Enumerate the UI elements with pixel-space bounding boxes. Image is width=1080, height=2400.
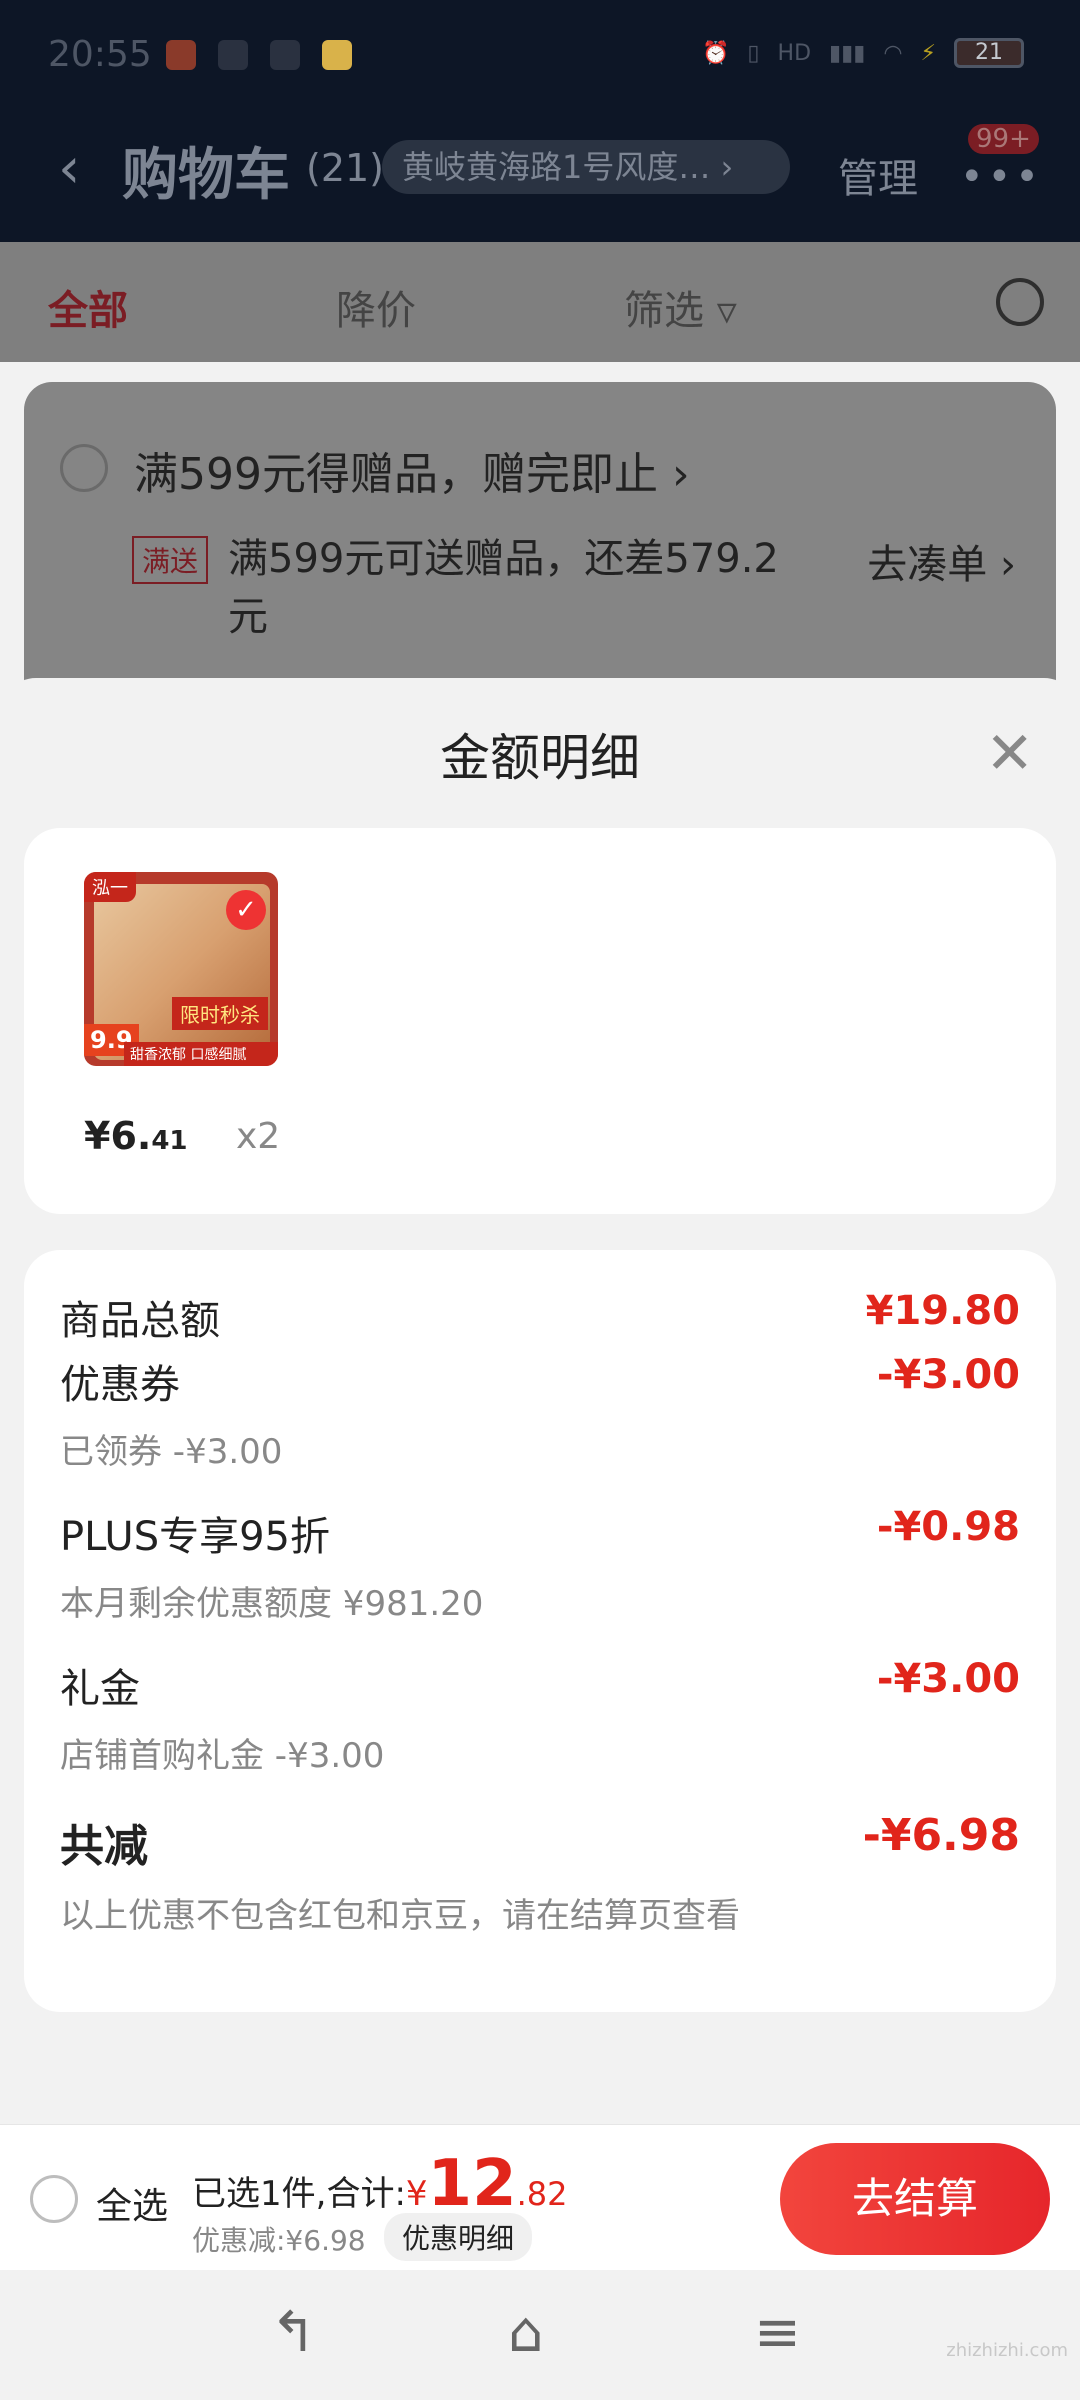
status-app-icons bbox=[166, 40, 352, 70]
gather-order-link[interactable]: 去凑单 › bbox=[867, 532, 1016, 590]
summary-total-dec: .82 bbox=[516, 2175, 568, 2213]
product-card: 泓一 ✓ 限时秒杀 9.9 甜香浓郁 口感细腻 ¥6.41 x2 bbox=[24, 828, 1056, 1214]
close-icon[interactable]: ✕ bbox=[985, 724, 1034, 782]
wifi-icon: ◠ bbox=[883, 40, 903, 66]
page-title: 购物车 bbox=[122, 143, 290, 208]
coupon-row: 优惠券 已领券 -¥3.00 -¥3.00 bbox=[60, 1352, 1020, 1473]
checkout-bar: 全选 已选1件,合计:¥12.82 优惠减:¥6.98 优惠明细 去结算 bbox=[0, 2124, 1080, 2270]
flash-sale-label: 限时秒杀 bbox=[172, 997, 268, 1030]
gift-promo-line[interactable]: 满599元得赠品，赠完即止 › bbox=[134, 438, 690, 502]
hd-icon: HD bbox=[777, 40, 812, 66]
total-reduce-row: 共减 以上优惠不包含红包和京豆，请在结算页查看 -¥6.98 bbox=[60, 1810, 1020, 1937]
vibrate-icon: ▯ bbox=[747, 40, 760, 66]
tab-filter[interactable]: 筛选 ▿ bbox=[624, 278, 737, 336]
home-nav-icon[interactable]: ⌂ bbox=[508, 2300, 544, 2365]
product-price: ¥6.41 bbox=[84, 1114, 188, 1158]
thumb-strip: 甜香浓郁 口感细腻 bbox=[124, 1042, 278, 1066]
amount-detail-card: 商品总额 ¥19.80 优惠券 已领券 -¥3.00 -¥3.00 PLUS专享… bbox=[24, 1250, 1056, 2012]
gift-tag: 满送 bbox=[132, 536, 209, 584]
wechat-icon bbox=[270, 40, 300, 70]
coupon-amount: -¥3.00 bbox=[876, 1352, 1020, 1398]
brand-label: 泓一 bbox=[84, 872, 136, 902]
discount-detail-button[interactable]: 优惠明细 bbox=[384, 2213, 533, 2261]
cart-header: ‹ 购物车 (21) 黄岐黄海路1号风度… › 管理 ••• 99+ bbox=[0, 110, 1080, 242]
summary-yen: ¥ bbox=[405, 2174, 428, 2214]
total-row: 商品总额 ¥19.80 bbox=[60, 1288, 1020, 1346]
summary-total-int: 12 bbox=[427, 2147, 517, 2221]
cart-tabs: 全部 降价 筛选 ▿ bbox=[0, 242, 1080, 362]
price-int: ¥6. bbox=[84, 1114, 152, 1158]
gift-money-amount: -¥3.00 bbox=[876, 1656, 1020, 1702]
more-dots-icon[interactable]: ••• bbox=[960, 154, 1043, 200]
system-nav-bar: ↰ ⌂ ≡ bbox=[0, 2270, 1080, 2400]
total-reduce-amount: -¥6.98 bbox=[862, 1810, 1020, 1861]
sheet-title: 金额明细 bbox=[440, 729, 640, 787]
plus-row: PLUS专享95折 本月剩余优惠额度 ¥981.20 -¥0.98 bbox=[60, 1504, 1020, 1625]
tab-price-drop[interactable]: 降价 bbox=[336, 278, 416, 336]
check-icon: ✓ bbox=[226, 890, 266, 930]
store-select-radio[interactable] bbox=[60, 444, 108, 492]
game-app-icon bbox=[166, 40, 196, 70]
back-nav-icon[interactable]: ↰ bbox=[270, 2300, 317, 2365]
gift-money-row: 礼金 店铺首购礼金 -¥3.00 -¥3.00 bbox=[60, 1656, 1020, 1777]
total-amount: ¥19.80 bbox=[865, 1288, 1020, 1334]
total-reduce-note: 以上优惠不包含红包和京豆，请在结算页查看 bbox=[60, 1896, 740, 1936]
coupon-sub: 已领券 -¥3.00 bbox=[60, 1432, 283, 1472]
charging-icon: ⚡ bbox=[920, 40, 936, 66]
discount-summary: 优惠减:¥6.98 bbox=[192, 2224, 366, 2257]
battery-icon: 21 bbox=[954, 38, 1024, 68]
summary-total: 已选1件,合计:¥12.82 bbox=[192, 2147, 568, 2221]
message-badge: 99+ bbox=[968, 124, 1039, 154]
address-selector[interactable]: 黄岐黄海路1号风度… › bbox=[382, 140, 790, 194]
search-icon[interactable] bbox=[996, 278, 1044, 326]
tab-all[interactable]: 全部 bbox=[48, 278, 128, 336]
price-dec: 41 bbox=[151, 1126, 188, 1156]
select-all-radio[interactable] bbox=[30, 2175, 78, 2223]
amount-detail-sheet: 金额明细 ✕ 泓一 ✓ 限时秒杀 9.9 甜香浓郁 口感细腻 ¥6.41 x2 … bbox=[0, 678, 1080, 2124]
status-bar: 20:55 ⏰ ▯ HD ▮▮▮ ◠ ⚡ 21 bbox=[0, 0, 1080, 110]
alarm-icon: ⏰ bbox=[702, 40, 730, 66]
checkout-button[interactable]: 去结算 bbox=[780, 2143, 1050, 2255]
chevron-left-icon[interactable]: ‹ bbox=[58, 136, 80, 201]
signal-icon: ▮▮▮ bbox=[829, 40, 866, 66]
product-thumbnail[interactable]: 泓一 ✓ 限时秒杀 9.9 甜香浓郁 口感细腻 bbox=[84, 872, 278, 1066]
select-all-label[interactable]: 全选 bbox=[96, 2177, 168, 2229]
summary-prefix: 已选1件,合计: bbox=[192, 2174, 406, 2214]
watermark: zhizhizhi.com bbox=[946, 2340, 1068, 2361]
product-quantity: x2 bbox=[236, 1116, 281, 1157]
menu-nav-icon[interactable]: ≡ bbox=[754, 2300, 801, 2365]
gift-money-sub: 店铺首购礼金 -¥3.00 bbox=[60, 1736, 385, 1776]
gift-desc: 满599元可送赠品，还差579.2元 bbox=[228, 536, 779, 640]
notification-icon bbox=[218, 40, 248, 70]
manage-button[interactable]: 管理 bbox=[838, 146, 918, 204]
status-time: 20:55 bbox=[48, 34, 152, 75]
status-right: ⏰ ▯ HD ▮▮▮ ◠ ⚡ 21 bbox=[702, 38, 1024, 68]
cart-count: (21) bbox=[306, 146, 385, 190]
plus-sub: 本月剩余优惠额度 ¥981.20 bbox=[60, 1584, 484, 1624]
plus-amount: -¥0.98 bbox=[876, 1504, 1020, 1550]
emoji-app-icon bbox=[322, 40, 352, 70]
